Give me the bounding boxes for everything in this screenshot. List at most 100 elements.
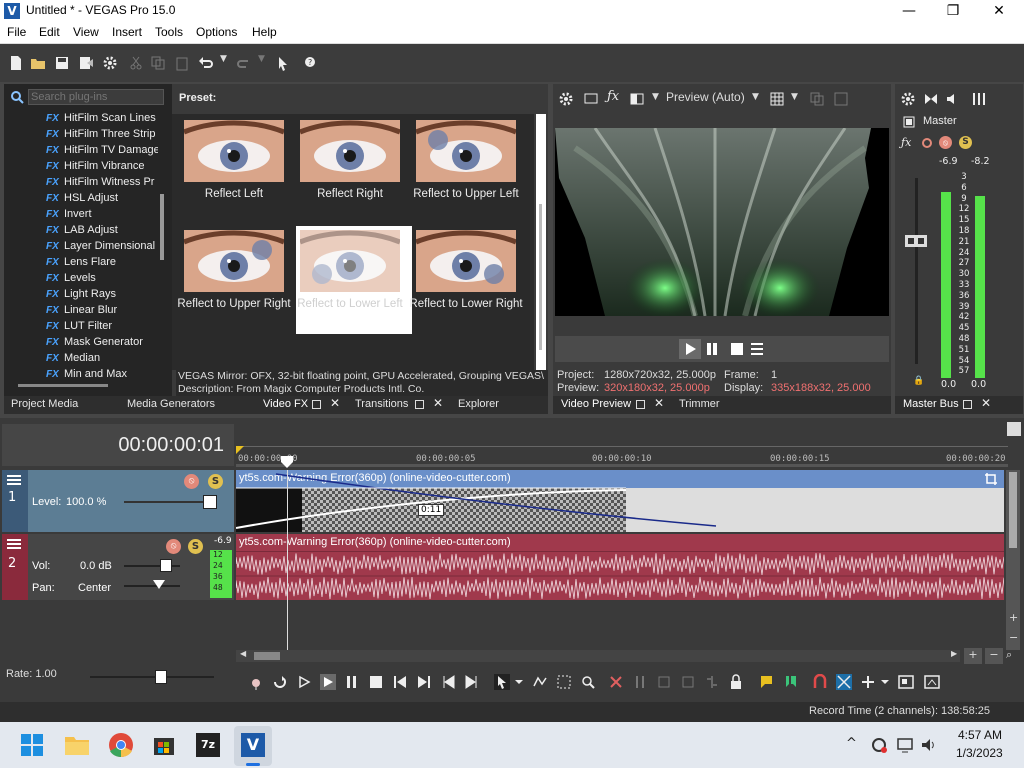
- preset-label[interactable]: Reflect to Upper Right: [175, 298, 293, 310]
- clock-date[interactable]: 1/3/2023: [956, 746, 1003, 760]
- hscroll-right-icon[interactable]: ▶: [951, 649, 957, 658]
- menu-view[interactable]: View: [73, 25, 99, 39]
- preset-label[interactable]: Reflect to Lower Right: [407, 298, 525, 310]
- split-icon[interactable]: [704, 674, 720, 690]
- rate-slider-track[interactable]: [90, 676, 214, 678]
- master-solo-icon[interactable]: S: [959, 136, 972, 149]
- audio-clip-titlebar[interactable]: yt5s.com-Warning Error(360p) (online-vid…: [236, 534, 1004, 552]
- trim-end-icon[interactable]: [680, 674, 696, 690]
- media-fx-icon[interactable]: [924, 674, 940, 690]
- preset-label[interactable]: Reflect to Lower Left: [291, 298, 409, 310]
- plugin-item[interactable]: FX Light Rays: [4, 288, 158, 304]
- undock-transitions-icon[interactable]: [415, 400, 424, 409]
- insert-marker-icon[interactable]: [758, 674, 774, 690]
- snapping-dropdown-icon[interactable]: [878, 674, 894, 690]
- loop-playback-icon[interactable]: [272, 674, 288, 690]
- preset-thumbnail[interactable]: [300, 120, 400, 182]
- preview-quality-dropdown-icon[interactable]: ▼: [752, 92, 759, 102]
- menu-tools[interactable]: Tools: [155, 25, 183, 39]
- track-zoom-out-icon[interactable]: −: [1009, 631, 1018, 644]
- tab-video-fx[interactable]: Video FX: [263, 398, 308, 410]
- open-folder-icon[interactable]: [30, 55, 46, 71]
- zoom-in-time-icon[interactable]: +: [964, 648, 982, 664]
- close-video-fx-icon[interactable]: ✕: [330, 396, 340, 410]
- normal-edit-tool-icon[interactable]: [494, 674, 510, 690]
- file-explorer-icon[interactable]: [64, 733, 90, 757]
- next-frame-icon[interactable]: [464, 674, 480, 690]
- zoom-out-time-icon[interactable]: −: [985, 648, 1003, 664]
- plugin-item[interactable]: FX HitFilm Vibrance: [4, 160, 158, 176]
- auto-crossfade-icon[interactable]: [836, 674, 852, 690]
- video-track-solo-icon[interactable]: S: [208, 474, 223, 489]
- playhead-marker-icon[interactable]: [281, 456, 293, 468]
- selection-tool-icon[interactable]: [556, 674, 572, 690]
- record-icon[interactable]: [248, 674, 264, 690]
- video-track-lane[interactable]: yt5s.com-Warning Error(360p) (online-vid…: [236, 470, 1004, 532]
- audio-track-solo-icon[interactable]: S: [188, 539, 203, 554]
- dim-output-icon[interactable]: [945, 91, 961, 107]
- hscroll-thumb[interactable]: [254, 652, 280, 660]
- pan-slider-handle[interactable]: [153, 580, 165, 589]
- close-button[interactable]: ✕: [976, 0, 1022, 22]
- timeline-vscroll-thumb[interactable]: [1009, 472, 1017, 548]
- level-slider-handle[interactable]: [203, 495, 217, 509]
- preview-device-icon[interactable]: [583, 91, 599, 107]
- undock-video-preview-icon[interactable]: [636, 400, 645, 409]
- preset-thumbnail[interactable]: [184, 230, 284, 292]
- tab-master-bus[interactable]: Master Bus: [903, 398, 959, 410]
- menu-options[interactable]: Options: [196, 25, 237, 39]
- volume-icon[interactable]: [920, 736, 938, 754]
- video-output-fx-icon[interactable]: ƒx: [607, 89, 619, 104]
- plugin-item[interactable]: FX HitFilm Three Strip: [4, 128, 158, 144]
- track-menu-icon[interactable]: [7, 475, 21, 485]
- preset-thumbnail[interactable]: [416, 120, 516, 182]
- go-to-end-icon[interactable]: [416, 674, 432, 690]
- audio-track-number-box[interactable]: 2: [2, 534, 28, 600]
- envelope-tool-icon[interactable]: [532, 674, 548, 690]
- preview-settings-gear-icon[interactable]: [558, 91, 574, 107]
- plugin-item[interactable]: FX Min and Max: [4, 368, 158, 377]
- insert-region-icon[interactable]: [782, 674, 798, 690]
- preset-thumbnail[interactable]: [184, 120, 284, 182]
- windows-start-icon[interactable]: [20, 733, 44, 757]
- timeline-ruler[interactable]: 00:00:00:00 00:00:00:05 00:00:00:10 00:0…: [236, 422, 1008, 468]
- close-master-bus-icon[interactable]: ✕: [981, 396, 991, 410]
- plugin-item[interactable]: FX LAB Adjust: [4, 224, 158, 240]
- audio-track-mute-icon[interactable]: ⦸: [166, 539, 181, 554]
- plugin-item[interactable]: FX Layer Dimensional: [4, 240, 158, 256]
- preview-quality-select[interactable]: Preview (Auto): [666, 90, 745, 104]
- overlays-dropdown-icon[interactable]: ▼: [791, 92, 798, 102]
- video-track-number-box[interactable]: 1: [2, 470, 28, 532]
- microsoft-store-icon[interactable]: [152, 733, 176, 757]
- maximize-button[interactable]: ❐: [930, 0, 976, 22]
- plugin-item[interactable]: FX Levels: [4, 272, 158, 288]
- preset-scrollbar-thumb[interactable]: [539, 204, 542, 350]
- trim-start-icon[interactable]: [656, 674, 672, 690]
- preview-play-button[interactable]: [679, 339, 701, 359]
- menu-help[interactable]: Help: [252, 25, 277, 39]
- trim-icon[interactable]: [632, 674, 648, 690]
- master-automation-icon[interactable]: [921, 137, 933, 149]
- master-fader-handle[interactable]: [905, 235, 927, 247]
- delete-icon[interactable]: [608, 674, 624, 690]
- new-file-icon[interactable]: [8, 55, 24, 71]
- auto-ripple-icon[interactable]: [812, 674, 828, 690]
- network-icon[interactable]: [896, 736, 914, 754]
- plugin-search-input[interactable]: [28, 89, 164, 105]
- undock-video-fx-icon[interactable]: [312, 400, 321, 409]
- plugin-list-scrollbar[interactable]: [160, 194, 164, 260]
- video-track-mute-icon[interactable]: ⦸: [184, 474, 199, 489]
- close-transitions-icon[interactable]: ✕: [433, 396, 443, 410]
- 7zip-icon[interactable]: 7z: [196, 733, 220, 757]
- plugin-item[interactable]: FX Linear Blur: [4, 304, 158, 320]
- save-icon[interactable]: [54, 55, 70, 71]
- preset-scrollbar-track[interactable]: [536, 114, 546, 370]
- plugin-list-hscrollbar[interactable]: [18, 384, 108, 387]
- preview-menu-icon[interactable]: [750, 342, 764, 356]
- plugin-item[interactable]: FX HSL Adjust: [4, 192, 158, 208]
- plugin-item[interactable]: FX HitFilm Witness Pr: [4, 176, 158, 192]
- play-icon[interactable]: [320, 674, 336, 690]
- downmix-icon[interactable]: [923, 91, 939, 107]
- chrome-icon[interactable]: [108, 732, 134, 758]
- audio-track-lane[interactable]: yt5s.com-Warning Error(360p) (online-vid…: [236, 534, 1004, 600]
